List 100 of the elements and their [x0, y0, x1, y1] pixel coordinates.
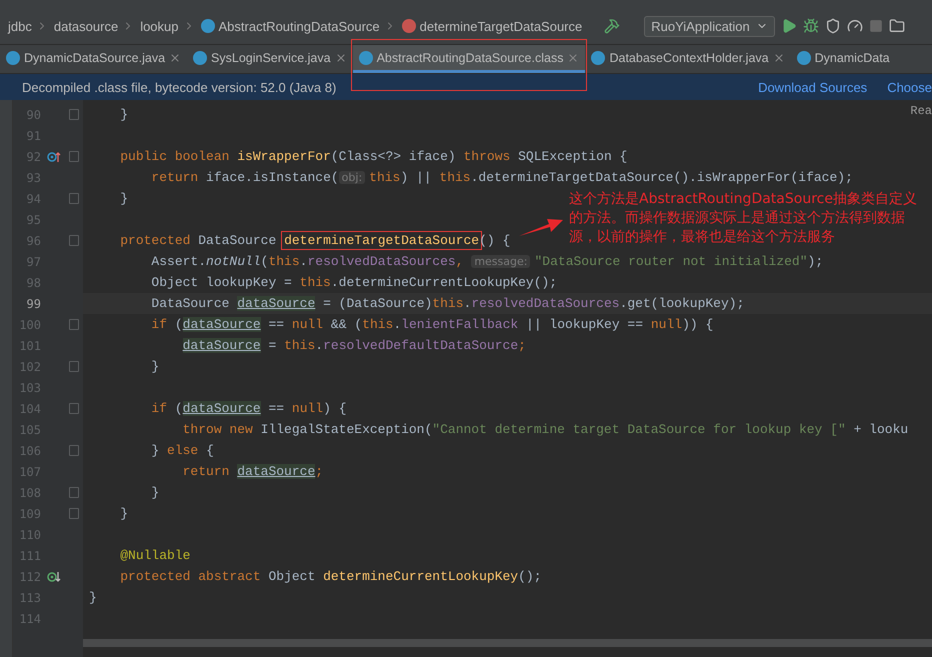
profile-icon[interactable]	[846, 18, 863, 34]
code-token: Object	[268, 569, 316, 584]
code-token: }	[151, 485, 160, 500]
implemented-marker-icon[interactable]	[47, 570, 61, 582]
debug-icon[interactable]	[802, 18, 819, 34]
code-token: ();	[518, 569, 542, 584]
horizontal-scrollbar[interactable]	[83, 639, 932, 647]
method-icon	[402, 19, 416, 33]
code-token: .	[300, 254, 308, 269]
code-token: .	[393, 317, 402, 332]
breadcrumb-item[interactable]: lookup	[140, 18, 178, 34]
class-icon	[6, 50, 20, 64]
code-token: return	[151, 170, 198, 185]
fold-icon[interactable]	[69, 508, 79, 519]
code-token: else	[167, 443, 198, 458]
code-token: ,	[456, 254, 465, 269]
code-token: (	[174, 401, 183, 416]
code-token: @Nullable	[120, 548, 190, 563]
code-token: SQLException {	[518, 149, 628, 164]
code-token: .	[464, 296, 472, 311]
code-token: this	[284, 338, 316, 353]
code-token: )) {	[682, 317, 714, 332]
editor-tab[interactable]: DatabaseContextHolder.java	[585, 45, 791, 73]
fold-icon[interactable]	[69, 361, 79, 372]
breadcrumb-item[interactable]: datasource	[54, 18, 118, 34]
editor-tab[interactable]: AbstractRoutingDataSource.class	[352, 45, 586, 73]
code-token: .get(lookupKey);	[620, 296, 744, 311]
code-token: = (DataSource)	[323, 296, 432, 311]
code-token: =	[268, 338, 278, 353]
close-icon[interactable]	[334, 52, 347, 64]
code-token: dataSource	[182, 401, 261, 416]
editor-tab[interactable]: DynamicData	[790, 45, 896, 73]
code-token: IllegalStateException(	[260, 422, 432, 437]
code-token: );	[808, 254, 824, 269]
close-icon[interactable]	[772, 52, 785, 64]
code-token: this	[439, 170, 471, 185]
callout-note: 这个方法是AbstractRoutingDataSource抽象类自定义的方法。而操作数据源实际上是通过这个方法得到数据源，以前的操作，最将也是给这个方法服务	[569, 190, 918, 247]
banner-link[interactable]: Download Sources	[758, 80, 868, 94]
code-token: resolvedDefaultDataSource	[323, 338, 518, 353]
code-token: ==	[268, 317, 286, 332]
line-number: 99	[26, 296, 41, 310]
breadcrumb-item[interactable]: determineTargetDataSource	[420, 18, 582, 34]
fold-icon[interactable]	[69, 109, 79, 120]
run-icon[interactable]	[780, 18, 797, 34]
folder-icon[interactable]	[888, 18, 905, 34]
banner-link[interactable]: Choose	[887, 80, 932, 94]
code-token: || lookupKey ==	[526, 317, 644, 332]
code-token: resolvedDataSources	[307, 254, 456, 269]
code-token: isWrapperFor	[237, 149, 331, 164]
fold-icon[interactable]	[69, 151, 79, 162]
code-token: }	[120, 107, 128, 122]
code-token: dataSource	[182, 317, 261, 332]
fold-icon[interactable]	[69, 403, 79, 414]
breadcrumb-item[interactable]: AbstractRoutingDataSource	[218, 18, 380, 34]
override-marker-icon[interactable]	[47, 150, 61, 162]
close-icon[interactable]	[169, 52, 182, 64]
breadcrumb-item[interactable]: jdbc	[8, 18, 32, 34]
code-token: null	[292, 401, 324, 416]
code-token: ) ||	[400, 170, 433, 185]
fold-icon[interactable]	[69, 445, 79, 456]
code-token: determineTargetDataSource	[281, 231, 482, 250]
class-icon	[193, 50, 208, 64]
code-token: DataSource	[198, 233, 278, 248]
code-token: this	[268, 254, 300, 269]
fold-icon[interactable]	[69, 193, 79, 204]
fold-icon[interactable]	[69, 319, 79, 330]
code-token: "DataSource router not initialized"	[534, 254, 808, 269]
code-token: }	[89, 590, 97, 605]
code-token: }	[151, 359, 160, 374]
code-token: && (	[330, 317, 362, 332]
fold-icon[interactable]	[69, 487, 79, 498]
parameter-hint: message:	[471, 255, 530, 268]
code-token: (	[174, 317, 183, 332]
code-token: null	[292, 317, 324, 332]
reader-mode-label[interactable]: Rea	[910, 104, 932, 118]
code-token: null	[650, 317, 682, 332]
code-token: }	[120, 506, 128, 521]
coverage-icon[interactable]	[824, 18, 841, 34]
class-icon	[358, 50, 373, 64]
code-token: }	[151, 443, 160, 458]
code-token: dataSource	[182, 338, 261, 353]
code-token: if	[151, 401, 168, 416]
code-token: this	[369, 170, 400, 185]
hammer-icon[interactable]	[604, 18, 620, 34]
editor-tab[interactable]: SysLoginService.java	[187, 45, 353, 73]
code-token: this	[432, 296, 464, 311]
run-configuration-dropdown[interactable]: RuoYiApplication	[644, 16, 775, 36]
banner-message: Decompiled .class file, bytecode version: 52.0 (Java 8)	[22, 80, 338, 94]
code-editor[interactable]	[83, 100, 932, 657]
code-token: Assert.	[151, 254, 206, 269]
callout-arrow	[519, 216, 563, 238]
editor-tab[interactable]: DynamicDataSource.java	[0, 45, 188, 73]
stop-icon[interactable]	[868, 19, 883, 33]
code-token: + looku	[854, 422, 908, 437]
code-token: "Cannot determine target DataSource for lookup key ["	[432, 422, 846, 437]
class-icon	[591, 50, 606, 64]
fold-icon[interactable]	[69, 235, 79, 246]
code-token: .	[315, 338, 324, 353]
close-icon[interactable]	[567, 52, 580, 64]
code-token: DataSource	[151, 296, 230, 311]
